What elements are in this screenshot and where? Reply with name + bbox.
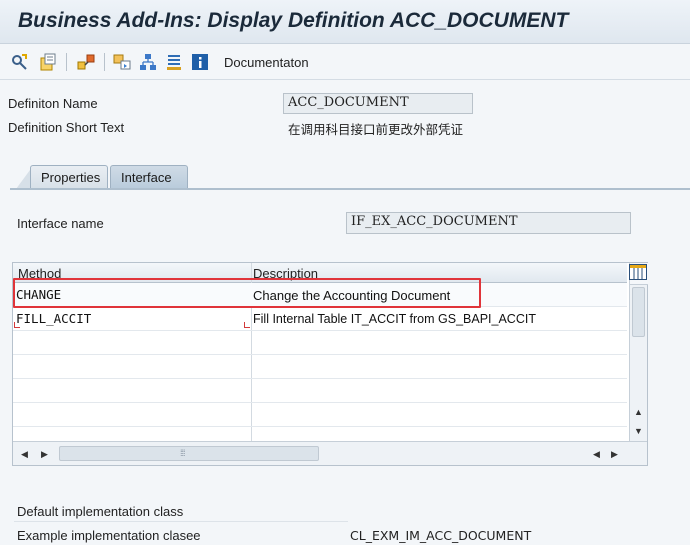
description-cell[interactable]: Change the Accounting Document (253, 288, 450, 303)
window-title: Business Add-Ins: Display Definition ACC… (18, 9, 569, 32)
example-impl-class-value[interactable]: CL_EXM_IM_ACC_DOCUMENT (350, 528, 531, 543)
interface-name-label: Interface name (17, 216, 104, 231)
method-cell[interactable]: CHANGE (16, 287, 61, 302)
interface-name-field[interactable]: IF_EX_ACC_DOCUMENT (346, 212, 631, 234)
tab-strip-decoration (16, 170, 30, 189)
toolbar-separator (66, 53, 67, 71)
vertical-scrollbar[interactable]: ▲ ▼ (629, 263, 648, 441)
definition-short-text-field[interactable]: 在调用科目接口前更改外部凭证 (283, 117, 663, 138)
tab-interface[interactable]: Interface (110, 165, 188, 189)
tab-properties[interactable]: Properties (30, 165, 108, 189)
scroll-right-icon[interactable]: ▶ (41, 449, 48, 460)
where-used-icon[interactable] (76, 52, 96, 72)
horizontal-scroll-thumb[interactable]: ⁞⁞⁞ (59, 446, 319, 461)
table-row[interactable] (13, 355, 627, 379)
method-cell[interactable]: FILL_ACCIT (16, 311, 91, 326)
hierarchy-icon[interactable] (138, 52, 158, 72)
title-bar: Business Add-Ins: Display Definition ACC… (0, 0, 690, 44)
object-list-icon[interactable] (112, 52, 132, 72)
methods-table: Method Description CHANGE Change the Acc… (12, 262, 648, 466)
toolbar-separator (104, 53, 105, 71)
divider (14, 521, 348, 522)
table-header: Method Description (13, 263, 627, 283)
table-row[interactable] (13, 331, 627, 355)
info-icon[interactable] (190, 52, 210, 72)
table-row[interactable] (13, 403, 627, 427)
column-header-description[interactable]: Description (253, 266, 318, 281)
default-impl-class-label: Default implementation class (17, 504, 184, 519)
scroll-right-icon[interactable]: ▶ (611, 449, 618, 460)
vertical-scroll-thumb[interactable] (632, 287, 645, 337)
display-change-icon[interactable] (38, 52, 58, 72)
definition-name-label: Definiton Name (8, 96, 98, 111)
scroll-grip-icon: ⁞⁞⁞ (180, 448, 185, 458)
horizontal-scrollbar[interactable]: ◀ ▶ ⁞⁞⁞ ◀ ▶ (13, 441, 647, 465)
settings-icon[interactable] (164, 52, 184, 72)
scroll-down-icon[interactable]: ▼ (634, 426, 643, 436)
cell-marker (244, 322, 250, 328)
column-header-method[interactable]: Method (18, 266, 61, 281)
definition-name-field[interactable]: ACC_DOCUMENT (283, 93, 473, 114)
application-toolbar: Documentaton (0, 44, 690, 80)
scroll-left-icon[interactable]: ◀ (593, 449, 600, 460)
scroll-left-icon[interactable]: ◀ (21, 449, 28, 460)
table-row[interactable]: CHANGE Change the Accounting Document (13, 283, 627, 307)
example-impl-class-label: Example implementation clasee (17, 528, 201, 543)
documentation-button[interactable]: Documentaton (224, 55, 309, 70)
scroll-up-icon[interactable]: ▲ (634, 407, 643, 417)
definition-short-text-label: Definition Short Text (8, 120, 125, 135)
cell-marker (14, 322, 20, 328)
table-row[interactable]: FILL_ACCIT Fill Internal Table IT_ACCIT … (13, 307, 627, 331)
description-cell[interactable]: Fill Internal Table IT_ACCIT from GS_BAP… (253, 312, 536, 326)
table-row[interactable] (13, 379, 627, 403)
other-object-icon[interactable] (10, 52, 30, 72)
column-layout-icon[interactable] (629, 264, 647, 280)
